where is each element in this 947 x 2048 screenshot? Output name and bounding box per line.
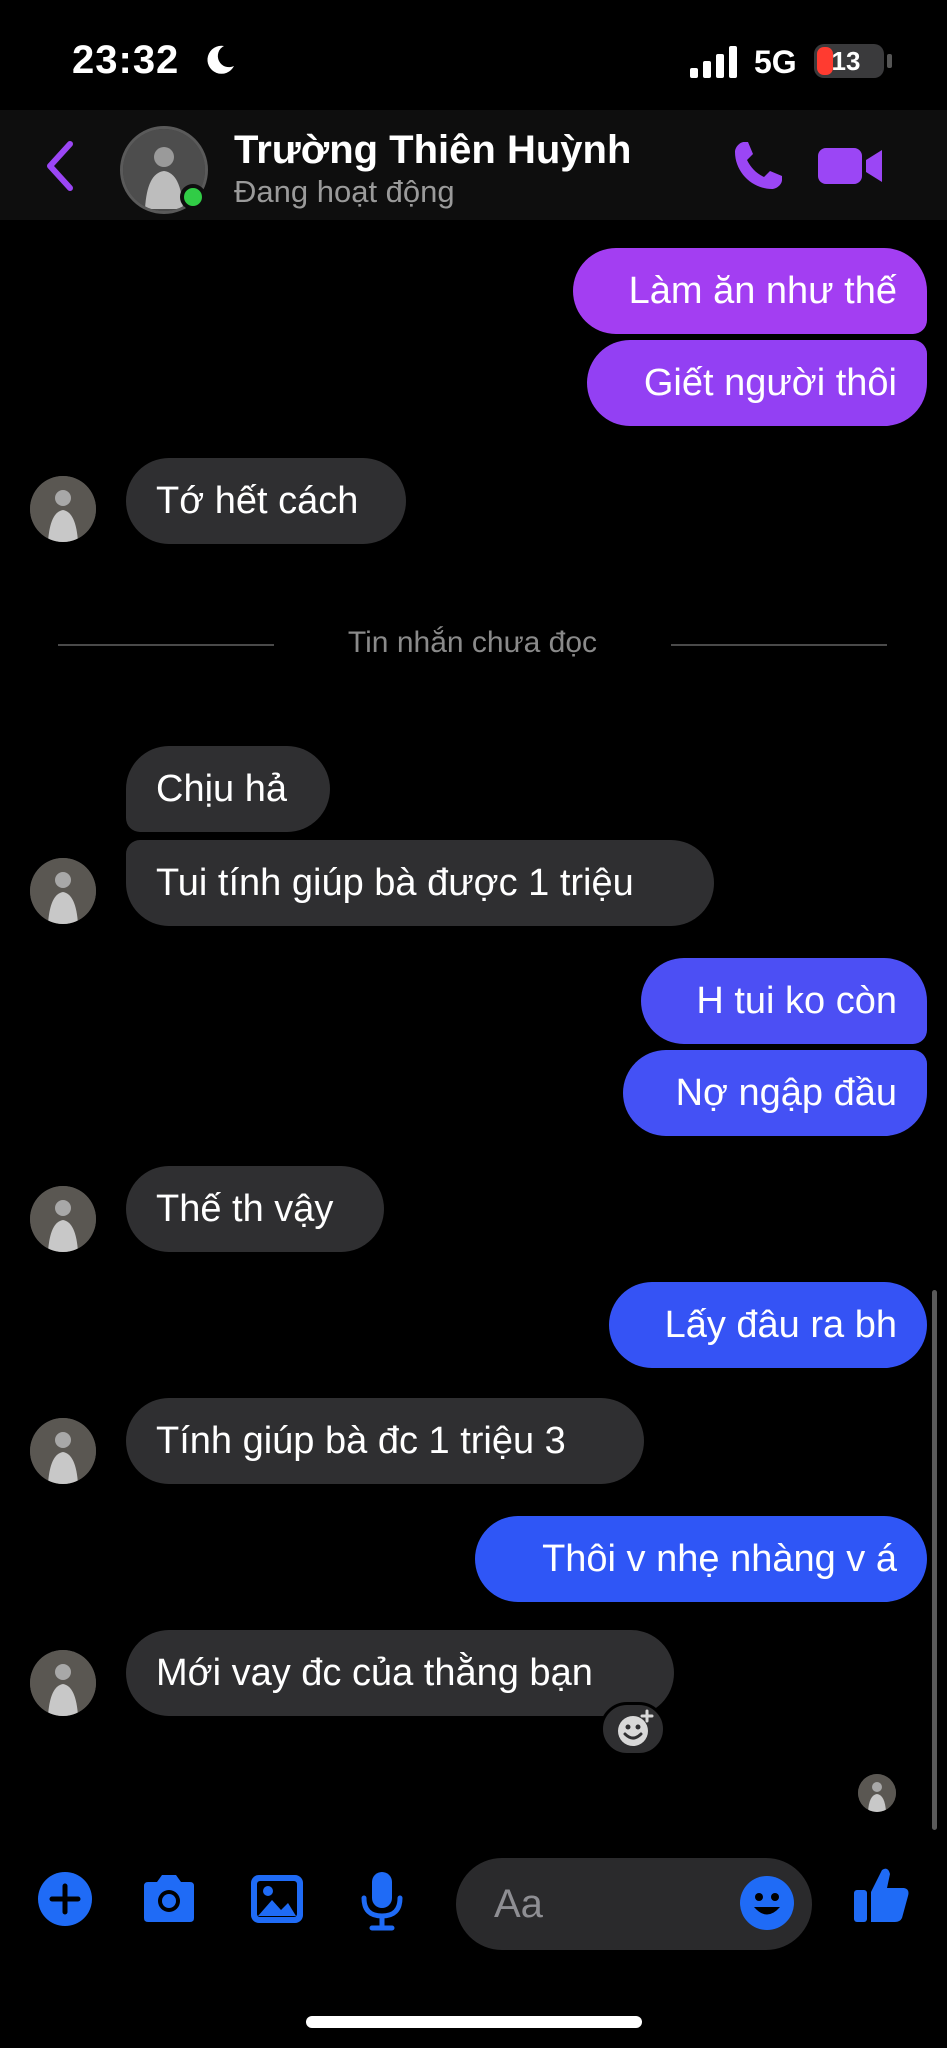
- contact-avatar[interactable]: [30, 1418, 96, 1484]
- video-icon[interactable]: [818, 144, 884, 188]
- add-reaction-icon: [618, 1709, 654, 1746]
- message-outgoing[interactable]: Thôi v nhẹ nhàng v á: [475, 1516, 927, 1602]
- home-indicator[interactable]: [306, 2016, 642, 2028]
- phone-icon[interactable]: [730, 138, 786, 194]
- contact-name[interactable]: Trường Thiên Huỳnh: [234, 128, 631, 173]
- plus-icon[interactable]: [36, 1870, 94, 1928]
- contact-status: Đang hoạt động: [234, 174, 455, 209]
- back-icon[interactable]: [40, 138, 80, 194]
- online-indicator: [180, 184, 206, 210]
- message-incoming[interactable]: Tính giúp bà đc 1 triệu 3: [126, 1398, 644, 1484]
- contact-avatar[interactable]: [30, 1186, 96, 1252]
- battery-indicator: 13: [814, 44, 884, 78]
- message-outgoing[interactable]: Nợ ngập đầu: [623, 1050, 927, 1136]
- like-icon[interactable]: [852, 1864, 912, 1926]
- message-incoming[interactable]: Tớ hết cách: [126, 458, 406, 544]
- message-incoming[interactable]: Tui tính giúp bà được 1 triệu: [126, 840, 714, 926]
- add-reaction-button[interactable]: [600, 1702, 666, 1756]
- divider-line: [671, 644, 887, 646]
- status-bar: 23:32 5G 13: [0, 0, 947, 120]
- emoji-icon[interactable]: [738, 1874, 796, 1932]
- message-incoming[interactable]: Mới vay đc của thằng bạn: [126, 1630, 674, 1716]
- message-outgoing[interactable]: Làm ăn như thế: [573, 248, 927, 334]
- unread-divider: Tin nhắn chưa đọc: [347, 626, 598, 659]
- scrollbar[interactable]: [932, 1290, 937, 1830]
- camera-icon[interactable]: [138, 1870, 200, 1928]
- status-time: 23:32: [72, 38, 180, 82]
- message-input[interactable]: Aa: [456, 1858, 812, 1950]
- message-placeholder: Aa: [494, 1882, 543, 1926]
- network-type: 5G: [754, 44, 797, 80]
- chat-header: Trường Thiên Huỳnh Đang hoạt động: [0, 110, 947, 220]
- seen-avatar: [858, 1774, 896, 1812]
- contact-avatar[interactable]: [30, 1650, 96, 1716]
- message-outgoing[interactable]: Lấy đâu ra bh: [609, 1282, 927, 1368]
- divider-line: [58, 644, 274, 646]
- image-icon[interactable]: [248, 1870, 306, 1928]
- composer-bar: Aa: [0, 1840, 947, 1970]
- message-incoming[interactable]: Thế th vậy: [126, 1166, 384, 1252]
- mic-icon[interactable]: [356, 1870, 408, 1932]
- battery-percent: 13: [831, 46, 861, 76]
- contact-avatar[interactable]: [30, 858, 96, 924]
- signal-icon: [690, 46, 737, 78]
- contact-avatar[interactable]: [30, 476, 96, 542]
- battery-tip: [887, 54, 892, 68]
- moon-icon: [207, 45, 234, 74]
- message-outgoing[interactable]: H tui ko còn: [641, 958, 927, 1044]
- message-outgoing[interactable]: Giết người thôi: [587, 340, 927, 426]
- message-incoming[interactable]: Chịu hả: [126, 746, 330, 832]
